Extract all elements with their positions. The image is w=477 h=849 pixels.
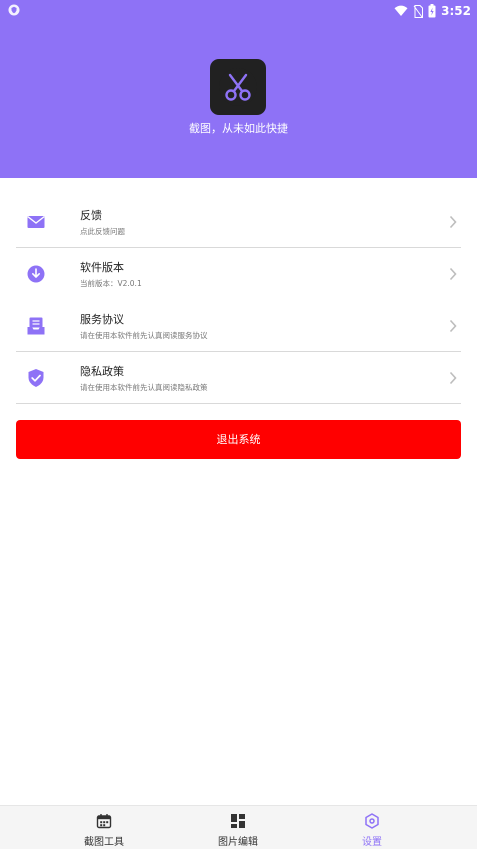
status-bar: 3:52 xyxy=(0,0,477,22)
clock: 3:52 xyxy=(441,4,471,18)
app-logo xyxy=(210,59,266,115)
tab-label: 截图工具 xyxy=(84,837,124,848)
shield-check-icon xyxy=(28,369,44,387)
no-sim-icon xyxy=(413,4,424,18)
settings-menu: 反馈 点此反馈问题 软件版本 当前版本：V2.0.1 服务协议 请在使用本软件前… xyxy=(16,196,461,404)
mail-icon xyxy=(27,216,45,228)
tab-label: 设置 xyxy=(362,837,382,848)
menu-title: 服务协议 xyxy=(80,313,124,326)
menu-title: 隐私政策 xyxy=(80,365,124,378)
tab-image-edit[interactable]: 图片编辑 xyxy=(178,806,298,849)
logout-button[interactable]: 退出系统 xyxy=(16,420,461,459)
menu-item-privacy-policy[interactable]: 隐私政策 请在使用本软件前先认真阅读隐私政策 xyxy=(16,352,461,404)
menu-item-service-agreement[interactable]: 服务协议 请在使用本软件前先认真阅读服务协议 xyxy=(16,300,461,352)
chevron-right-icon xyxy=(449,371,457,385)
menu-subtitle: 请在使用本软件前先认真阅读隐私政策 xyxy=(80,383,208,392)
grid-icon xyxy=(231,814,245,828)
scissors-icon xyxy=(219,68,257,106)
menu-subtitle: 请在使用本软件前先认真阅读服务协议 xyxy=(80,331,208,340)
tab-screenshot-tool[interactable]: 截图工具 xyxy=(44,806,164,849)
shield-status-icon xyxy=(8,4,20,16)
chevron-right-icon xyxy=(449,267,457,281)
calendar-icon xyxy=(96,814,112,829)
chevron-right-icon xyxy=(449,319,457,333)
download-icon xyxy=(27,265,45,283)
wifi-icon xyxy=(394,5,408,16)
menu-title: 反馈 xyxy=(80,209,102,222)
battery-charging-icon xyxy=(428,4,436,18)
menu-title: 软件版本 xyxy=(80,261,124,274)
app-slogan: 截图，从未如此快捷 xyxy=(189,122,288,135)
tab-label: 图片编辑 xyxy=(218,837,258,848)
chevron-right-icon xyxy=(449,215,457,229)
bottom-tab-bar: 截图工具 图片编辑 设置 xyxy=(0,805,477,849)
menu-subtitle: 当前版本：V2.0.1 xyxy=(80,279,142,288)
tab-settings[interactable]: 设置 xyxy=(312,806,432,849)
hexagon-settings-icon xyxy=(365,813,379,829)
menu-item-version[interactable]: 软件版本 当前版本：V2.0.1 xyxy=(16,248,461,300)
menu-item-feedback[interactable]: 反馈 点此反馈问题 xyxy=(16,196,461,248)
inbox-icon xyxy=(27,317,45,335)
header: 3:52 截图，从未如此快捷 xyxy=(0,0,477,178)
menu-subtitle: 点此反馈问题 xyxy=(80,227,125,236)
